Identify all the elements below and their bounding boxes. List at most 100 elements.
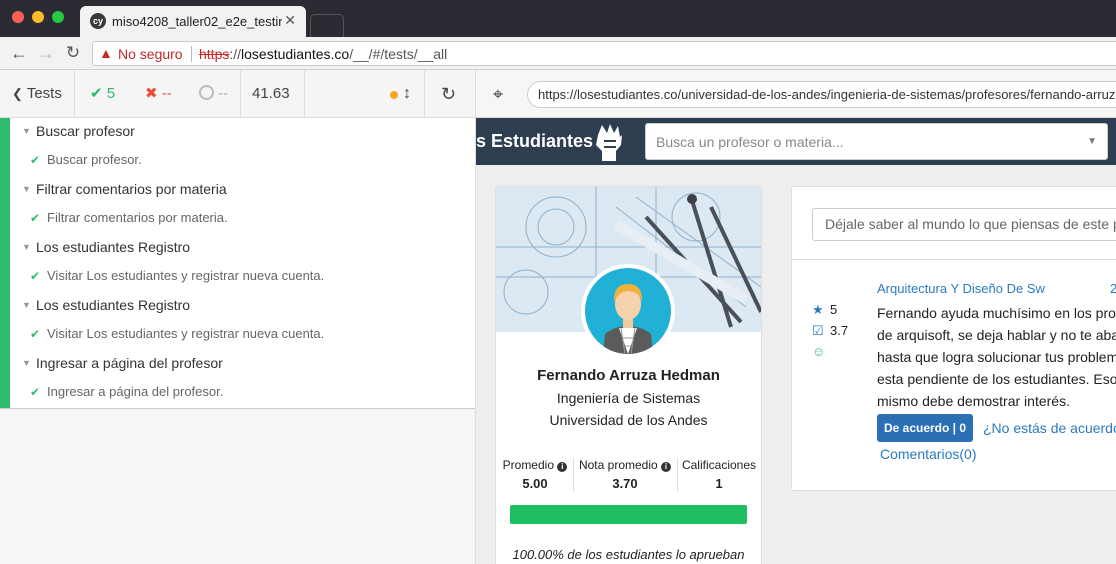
tests-back-button[interactable]: ❮ Tests: [12, 70, 62, 118]
aut-url-field[interactable]: https://losestudiantes.co/universidad-de…: [527, 81, 1116, 108]
stat-nota-promedio: Nota promedio i 3.70: [576, 458, 674, 494]
info-icon[interactable]: i: [557, 462, 568, 472]
check-icon: ✔: [90, 85, 103, 102]
pending-stat: --: [199, 70, 228, 118]
test-row[interactable]: ✔ Visitar Los estudiantes y registrar nue…: [30, 326, 324, 341]
search-input[interactable]: Busca un profesor o materia... ▼: [645, 123, 1108, 160]
x-icon: ✖: [145, 85, 158, 102]
pass-indicator-bar: [0, 118, 10, 408]
stat-label: Calificaciones: [681, 458, 757, 472]
comment-line: Fernando ayuda muchísimo en los proyecto…: [877, 305, 1116, 321]
url-path: /__/#/tests/__all: [349, 46, 448, 62]
approval-progress-bar: [510, 505, 747, 524]
site-brand[interactable]: s Estudiantes: [476, 131, 593, 152]
scroll-toggle-icon[interactable]: ↕: [403, 70, 411, 118]
failed-count: --: [161, 85, 172, 102]
stat-label: Promedio: [502, 458, 554, 472]
rating-stars: ★ 5: [812, 302, 837, 318]
comments-divider: [792, 259, 1116, 260]
approval-text: 100.00% de los estudiantes lo aprueban: [512, 547, 745, 562]
reporter-header: ❮ Tests ✔ 5 ✖ -- -- 41.63 ↕ ↻: [0, 70, 475, 118]
url-separator: ://: [229, 46, 242, 62]
maximize-window-button[interactable]: [52, 11, 64, 23]
tests-back-label: Tests: [26, 85, 62, 102]
suite-title: Los estudiantes Registro: [36, 239, 191, 255]
test-title: Filtrar comentarios por materia.: [47, 210, 228, 225]
new-tab-button[interactable]: [310, 14, 344, 37]
suite-row[interactable]: ▼ Buscar profesor: [22, 123, 135, 139]
professor-department: Ingeniería de Sistemas: [556, 390, 701, 406]
stat-promedio: Promedio i 5.00: [500, 458, 570, 494]
address-bar[interactable]: ▲ No seguro https://losestudiantes.co/__…: [92, 41, 1116, 66]
comment-input[interactable]: Déjale saber al mundo lo que piensas de …: [812, 208, 1116, 241]
app-under-test: ⌖ https://losestudiantes.co/universidad-…: [476, 70, 1116, 564]
check-icon: ✔: [30, 385, 41, 399]
suite-row[interactable]: ▼ Los estudiantes Registro: [22, 297, 190, 313]
approval-progress-fill: [510, 505, 747, 524]
test-row[interactable]: ✔ Filtrar comentarios por materia.: [30, 210, 228, 225]
aut-viewport: s Estudiantes Busca un profesor o materi…: [476, 118, 1116, 564]
chevron-left-icon: ❮: [12, 86, 23, 101]
professor-name: Fernando Arruza Hedman: [537, 367, 720, 384]
header-divider: [304, 70, 305, 118]
suite-row[interactable]: ▼ Los estudiantes Registro: [22, 239, 190, 255]
suite-title: Filtrar comentarios por materia: [36, 181, 227, 197]
suite-row[interactable]: ▼ Ingresar a página del profesor: [22, 355, 223, 371]
test-row[interactable]: ✔ Visitar Los estudiantes y registrar nue…: [30, 268, 324, 283]
search-placeholder: Busca un profesor o materia...: [656, 134, 844, 150]
stat-calificaciones: Calificaciones 1: [680, 458, 758, 494]
comment-line: mismo debe demostrar interés.: [877, 393, 1070, 409]
comment-text: Fernando ayuda muchísimo en los proyecto…: [877, 302, 1116, 412]
header-divider: [74, 70, 75, 118]
disagree-link[interactable]: ¿No estás de acuerdo?: [983, 420, 1116, 436]
pending-count: --: [218, 85, 229, 102]
warning-icon: ▲: [99, 45, 113, 61]
fist-icon: [596, 124, 622, 161]
comment-date: 2: [1110, 281, 1116, 296]
test-row[interactable]: ✔ Buscar profesor.: [30, 152, 142, 167]
course-link[interactable]: Arquitectura Y Diseño De Sw: [877, 281, 1045, 296]
browser-tab[interactable]: cy miso4208_taller02_e2e_testing ✕: [80, 6, 306, 37]
crosshair-icon[interactable]: ⌖: [488, 84, 508, 104]
comment-line: esta pendiente de los estudiantes. Eso s…: [877, 371, 1116, 387]
caret-down-icon: ▼: [22, 126, 31, 136]
check-icon: ✔: [30, 327, 41, 341]
checkbox-icon: ☑: [812, 323, 824, 338]
browser-toolbar: ← → ↻ ▲ No seguro https://losestudiantes…: [0, 37, 1116, 70]
url-host: losestudiantes.co: [241, 46, 350, 62]
suite-row[interactable]: ▼ Filtrar comentarios por materia: [22, 181, 227, 197]
comments-count-link[interactable]: Comentarios(0): [880, 446, 976, 462]
passed-count: 5: [106, 85, 116, 102]
spinner-icon: [199, 85, 214, 100]
reload-icon[interactable]: ↻: [62, 42, 84, 64]
rerun-icon[interactable]: ↻: [441, 70, 456, 118]
test-row[interactable]: ✔ Ingresar a página del profesor.: [30, 384, 223, 399]
stat-value: 3.70: [612, 476, 638, 491]
avatar-image: [585, 268, 671, 354]
forward-arrow-icon[interactable]: →: [35, 42, 57, 64]
tab-close-icon[interactable]: ✕: [284, 12, 296, 29]
caret-down-icon: ▼: [22, 242, 31, 252]
test-title: Visitar Los estudiantes y registrar nuev…: [47, 326, 325, 341]
test-title: Buscar profesor.: [47, 152, 142, 167]
stat-value: 1: [715, 476, 723, 491]
test-title: Visitar Los estudiantes y registrar nuev…: [47, 268, 325, 283]
test-list: ▼ Buscar profesor ✔ Buscar profesor. ▼ Filt…: [0, 118, 475, 409]
close-window-button[interactable]: [12, 11, 24, 23]
security-status: No seguro: [118, 46, 183, 62]
caret-down-icon: ▼: [22, 358, 31, 368]
rating-stars-value: 5: [830, 302, 838, 317]
agree-button[interactable]: De acuerdo | 0: [877, 414, 973, 442]
check-icon: ✔: [30, 269, 41, 283]
header-divider: [240, 70, 241, 118]
professor-card: Fernando Arruza Hedman Ingeniería de Sis…: [495, 186, 762, 564]
aut-header: ⌖ https://losestudiantes.co/universidad-…: [476, 70, 1116, 118]
professor-university: Universidad de los Andes: [549, 412, 708, 428]
back-arrow-icon[interactable]: ←: [8, 42, 30, 64]
suite-title: Buscar profesor: [36, 123, 135, 139]
minimize-window-button[interactable]: [32, 11, 44, 23]
caret-down-icon: ▼: [22, 184, 31, 194]
avatar: [581, 264, 675, 358]
stat-value: 5.00: [522, 476, 548, 491]
info-icon[interactable]: i: [661, 462, 672, 472]
